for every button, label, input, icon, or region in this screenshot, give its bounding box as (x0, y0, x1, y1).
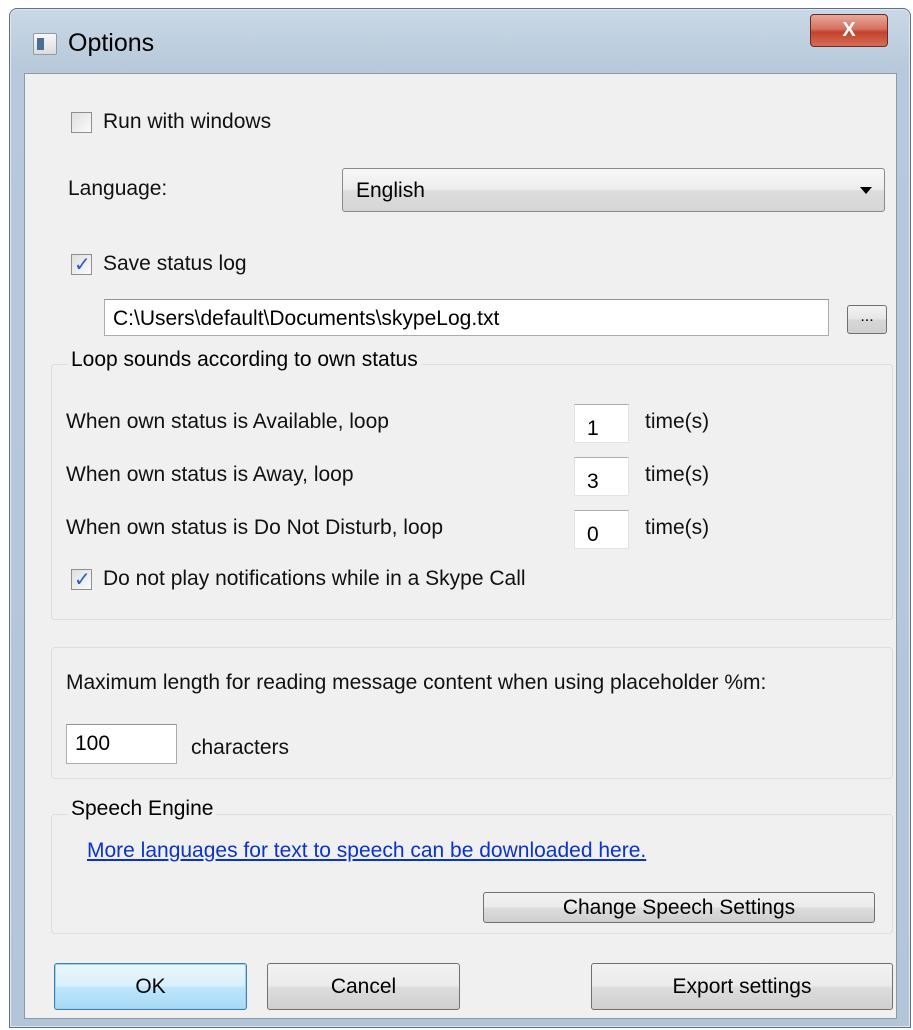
message-length-label: Maximum length for reading message conte… (66, 671, 767, 694)
loop-available-label: When own status is Available, loop (66, 410, 389, 433)
language-selected-value: English (356, 179, 425, 202)
export-settings-button[interactable]: Export settings (591, 963, 893, 1010)
loop-dnd-unit: time(s) (645, 516, 710, 539)
message-length-value: 100 (75, 732, 111, 755)
download-languages-link[interactable]: More languages for text to speech can be… (87, 839, 646, 863)
loop-away-value: 3 (587, 470, 599, 493)
loop-dnd-input[interactable]: 0 (574, 510, 629, 549)
no-notifications-in-call-label: Do not play notifications while in a Sky… (103, 567, 526, 590)
window-title: Options (68, 29, 155, 57)
no-notifications-in-call-checkbox[interactable]: ✓ (71, 569, 92, 591)
save-status-log-checkbox[interactable]: ✓ (71, 254, 92, 276)
close-button[interactable]: X (810, 14, 888, 47)
loop-available-input[interactable]: 1 (574, 404, 629, 443)
message-length-group (51, 647, 893, 779)
checkmark-icon: ✓ (74, 569, 91, 591)
browse-button[interactable]: ... (847, 305, 887, 334)
language-label: Language: (68, 177, 168, 200)
options-window: Options X Run with windows Language: Eng… (9, 8, 911, 1028)
loop-dnd-label: When own status is Do Not Disturb, loop (66, 516, 443, 539)
language-dropdown[interactable]: English (342, 168, 885, 212)
ok-button[interactable]: OK (54, 963, 247, 1010)
dialog-body: Run with windows Language: English ✓ Sav… (24, 73, 897, 1019)
cancel-button[interactable]: Cancel (267, 963, 460, 1010)
loop-away-unit: time(s) (645, 463, 710, 486)
chevron-down-icon (860, 187, 872, 194)
loop-available-value: 1 (587, 417, 599, 440)
change-speech-settings-button[interactable]: Change Speech Settings (483, 892, 875, 923)
checkmark-icon: ✓ (74, 254, 91, 276)
save-status-log-label: Save status log (103, 252, 247, 275)
loop-available-unit: time(s) (645, 410, 710, 433)
loop-sounds-legend: Loop sounds according to own status (68, 348, 421, 372)
app-icon (33, 33, 57, 55)
loop-away-input[interactable]: 3 (574, 457, 629, 496)
run-with-windows-label: Run with windows (103, 110, 272, 133)
speech-engine-legend: Speech Engine (68, 797, 217, 821)
title-bar[interactable]: Options X (10, 9, 910, 79)
loop-away-label: When own status is Away, loop (66, 463, 354, 486)
run-with-windows-checkbox[interactable] (71, 112, 92, 133)
log-path-field[interactable]: C:\Users\default\Documents\skypeLog.txt (104, 299, 829, 336)
log-path-value: C:\Users\default\Documents\skypeLog.txt (113, 307, 500, 330)
message-length-unit: characters (191, 736, 290, 759)
loop-dnd-value: 0 (587, 523, 599, 546)
message-length-input[interactable]: 100 (66, 724, 177, 764)
